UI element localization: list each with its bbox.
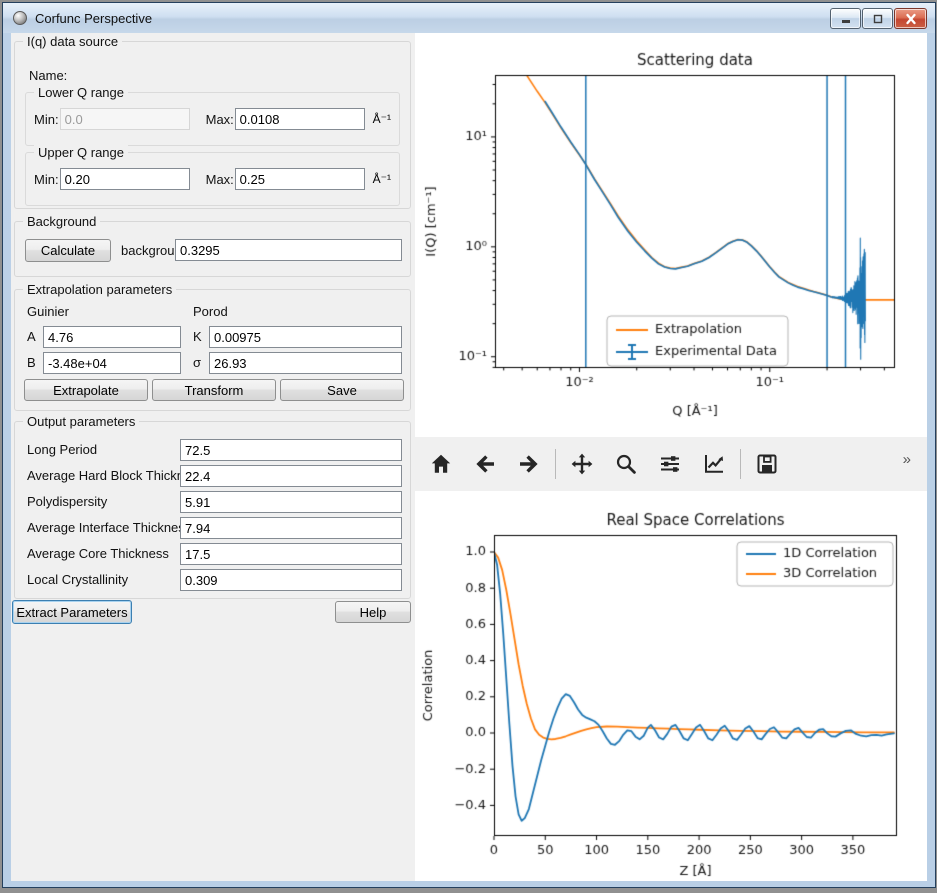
floppy-save-icon (755, 452, 779, 476)
save-button-label: Save (327, 383, 357, 398)
local-crystallinity-field[interactable] (180, 569, 402, 591)
porod-sigma-label: σ (193, 355, 201, 370)
lower-q-range-group: Lower Q range Min: Max: Å⁻¹ (25, 92, 400, 146)
toolbar-separator (740, 449, 741, 479)
avg-hard-block-thickness-field[interactable] (180, 465, 402, 487)
name-label: Name: (29, 68, 67, 83)
upper-q-min-label: Min: (34, 172, 60, 187)
toolbar-separator (555, 449, 556, 479)
guinier-b-field[interactable] (43, 352, 181, 374)
avg-hard-block-thickness-label: Average Hard Block Thickness (27, 468, 204, 483)
long-period-label: Long Period (27, 442, 97, 457)
magnifier-icon (614, 452, 638, 476)
guinier-b-label: B (27, 355, 36, 370)
minimize-button[interactable] (830, 8, 861, 29)
lower-q-max-label: Max: (206, 112, 235, 127)
forward-arrow-icon (517, 452, 541, 476)
pan-button[interactable] (560, 443, 604, 485)
upper-q-max-label: Max: (206, 172, 235, 187)
upper-q-title: Upper Q range (34, 145, 128, 160)
upper-q-unit: Å⁻¹ (373, 172, 391, 186)
scattering-plot-canvas[interactable] (415, 33, 927, 437)
zoom-button[interactable] (604, 443, 648, 485)
porod-label: Porod (193, 304, 228, 319)
extrapolate-button[interactable]: Extrapolate (24, 379, 148, 401)
lower-q-title: Lower Q range (34, 85, 128, 100)
long-period-field[interactable] (180, 439, 402, 461)
background-group: Background Calculate background (14, 221, 411, 277)
extrapolation-group-title: Extrapolation parameters (23, 282, 176, 297)
extract-parameters-button[interactable]: Extract Parameters (12, 600, 132, 624)
minimize-icon (839, 13, 853, 25)
correlation-plot-canvas[interactable] (415, 491, 927, 881)
porod-k-label: K (193, 329, 202, 344)
porod-sigma-field[interactable] (209, 352, 402, 374)
porod-k-field[interactable] (209, 326, 402, 348)
guinier-label: Guinier (27, 304, 69, 319)
transform-button[interactable]: Transform (152, 379, 276, 401)
customize-button[interactable] (692, 443, 736, 485)
home-button[interactable] (419, 443, 463, 485)
lower-q-unit: Å⁻¹ (373, 112, 391, 126)
polydispersity-field[interactable] (180, 491, 402, 513)
iq-data-source-group: I(q) data source Name: Lower Q range Min… (14, 41, 411, 209)
app-icon (13, 11, 27, 25)
calculate-button-label: Calculate (41, 243, 95, 258)
output-group-title: Output parameters (23, 414, 139, 429)
lower-q-min-label: Min: (34, 112, 60, 127)
guinier-a-label: A (27, 329, 36, 344)
help-button-label: Help (360, 605, 387, 620)
transform-button-label: Transform (185, 383, 244, 398)
maximize-button[interactable] (862, 8, 893, 29)
back-button[interactable] (463, 443, 507, 485)
pan-icon (570, 452, 594, 476)
window-title: Corfunc Perspective (35, 11, 152, 26)
upper-q-max-field[interactable] (235, 168, 365, 190)
background-group-title: Background (23, 214, 100, 229)
corfunc-form-panel: I(q) data source Name: Lower Q range Min… (11, 33, 415, 881)
local-crystallinity-label: Local Crystallinity (27, 572, 128, 587)
avg-interface-thickness-label: Average Interface Thickness (27, 520, 191, 535)
titlebar[interactable]: Corfunc Perspective (3, 3, 935, 33)
line-chart-icon (702, 452, 726, 476)
plot-toolbar: » (415, 437, 927, 491)
background-field[interactable] (175, 239, 402, 261)
close-icon (904, 13, 918, 25)
lower-q-max-field[interactable] (235, 108, 365, 130)
output-parameters-group: Output parameters Long Period Average Ha… (14, 421, 411, 599)
save-button[interactable]: Save (280, 379, 404, 401)
charts-panel: » (415, 33, 927, 881)
iq-group-title: I(q) data source (23, 34, 122, 49)
upper-q-range-group: Upper Q range Min: Max: Å⁻¹ (25, 152, 400, 206)
subplots-icon (658, 452, 682, 476)
avg-core-thickness-label: Average Core Thickness (27, 546, 169, 561)
toolbar-overflow-chevron[interactable]: » (903, 451, 911, 468)
polydispersity-label: Polydispersity (27, 494, 107, 509)
help-button[interactable]: Help (335, 601, 411, 623)
close-button[interactable] (894, 8, 927, 29)
extract-parameters-button-label: Extract Parameters (16, 605, 127, 620)
avg-core-thickness-field[interactable] (180, 543, 402, 565)
extrapolate-button-label: Extrapolate (53, 383, 119, 398)
back-arrow-icon (473, 452, 497, 476)
forward-button[interactable] (507, 443, 551, 485)
save-figure-button[interactable] (745, 443, 789, 485)
maximize-icon (871, 13, 885, 25)
corfunc-window: Corfunc Perspective I(q) data source Nam… (2, 2, 936, 888)
avg-interface-thickness-field[interactable] (180, 517, 402, 539)
calculate-button[interactable]: Calculate (25, 239, 111, 262)
guinier-a-field[interactable] (43, 326, 181, 348)
upper-q-min-field[interactable] (60, 168, 190, 190)
home-icon (429, 452, 453, 476)
lower-q-min-field (60, 108, 190, 130)
subplots-button[interactable] (648, 443, 692, 485)
extrapolation-parameters-group: Extrapolation parameters Guinier Porod A… (14, 289, 411, 411)
